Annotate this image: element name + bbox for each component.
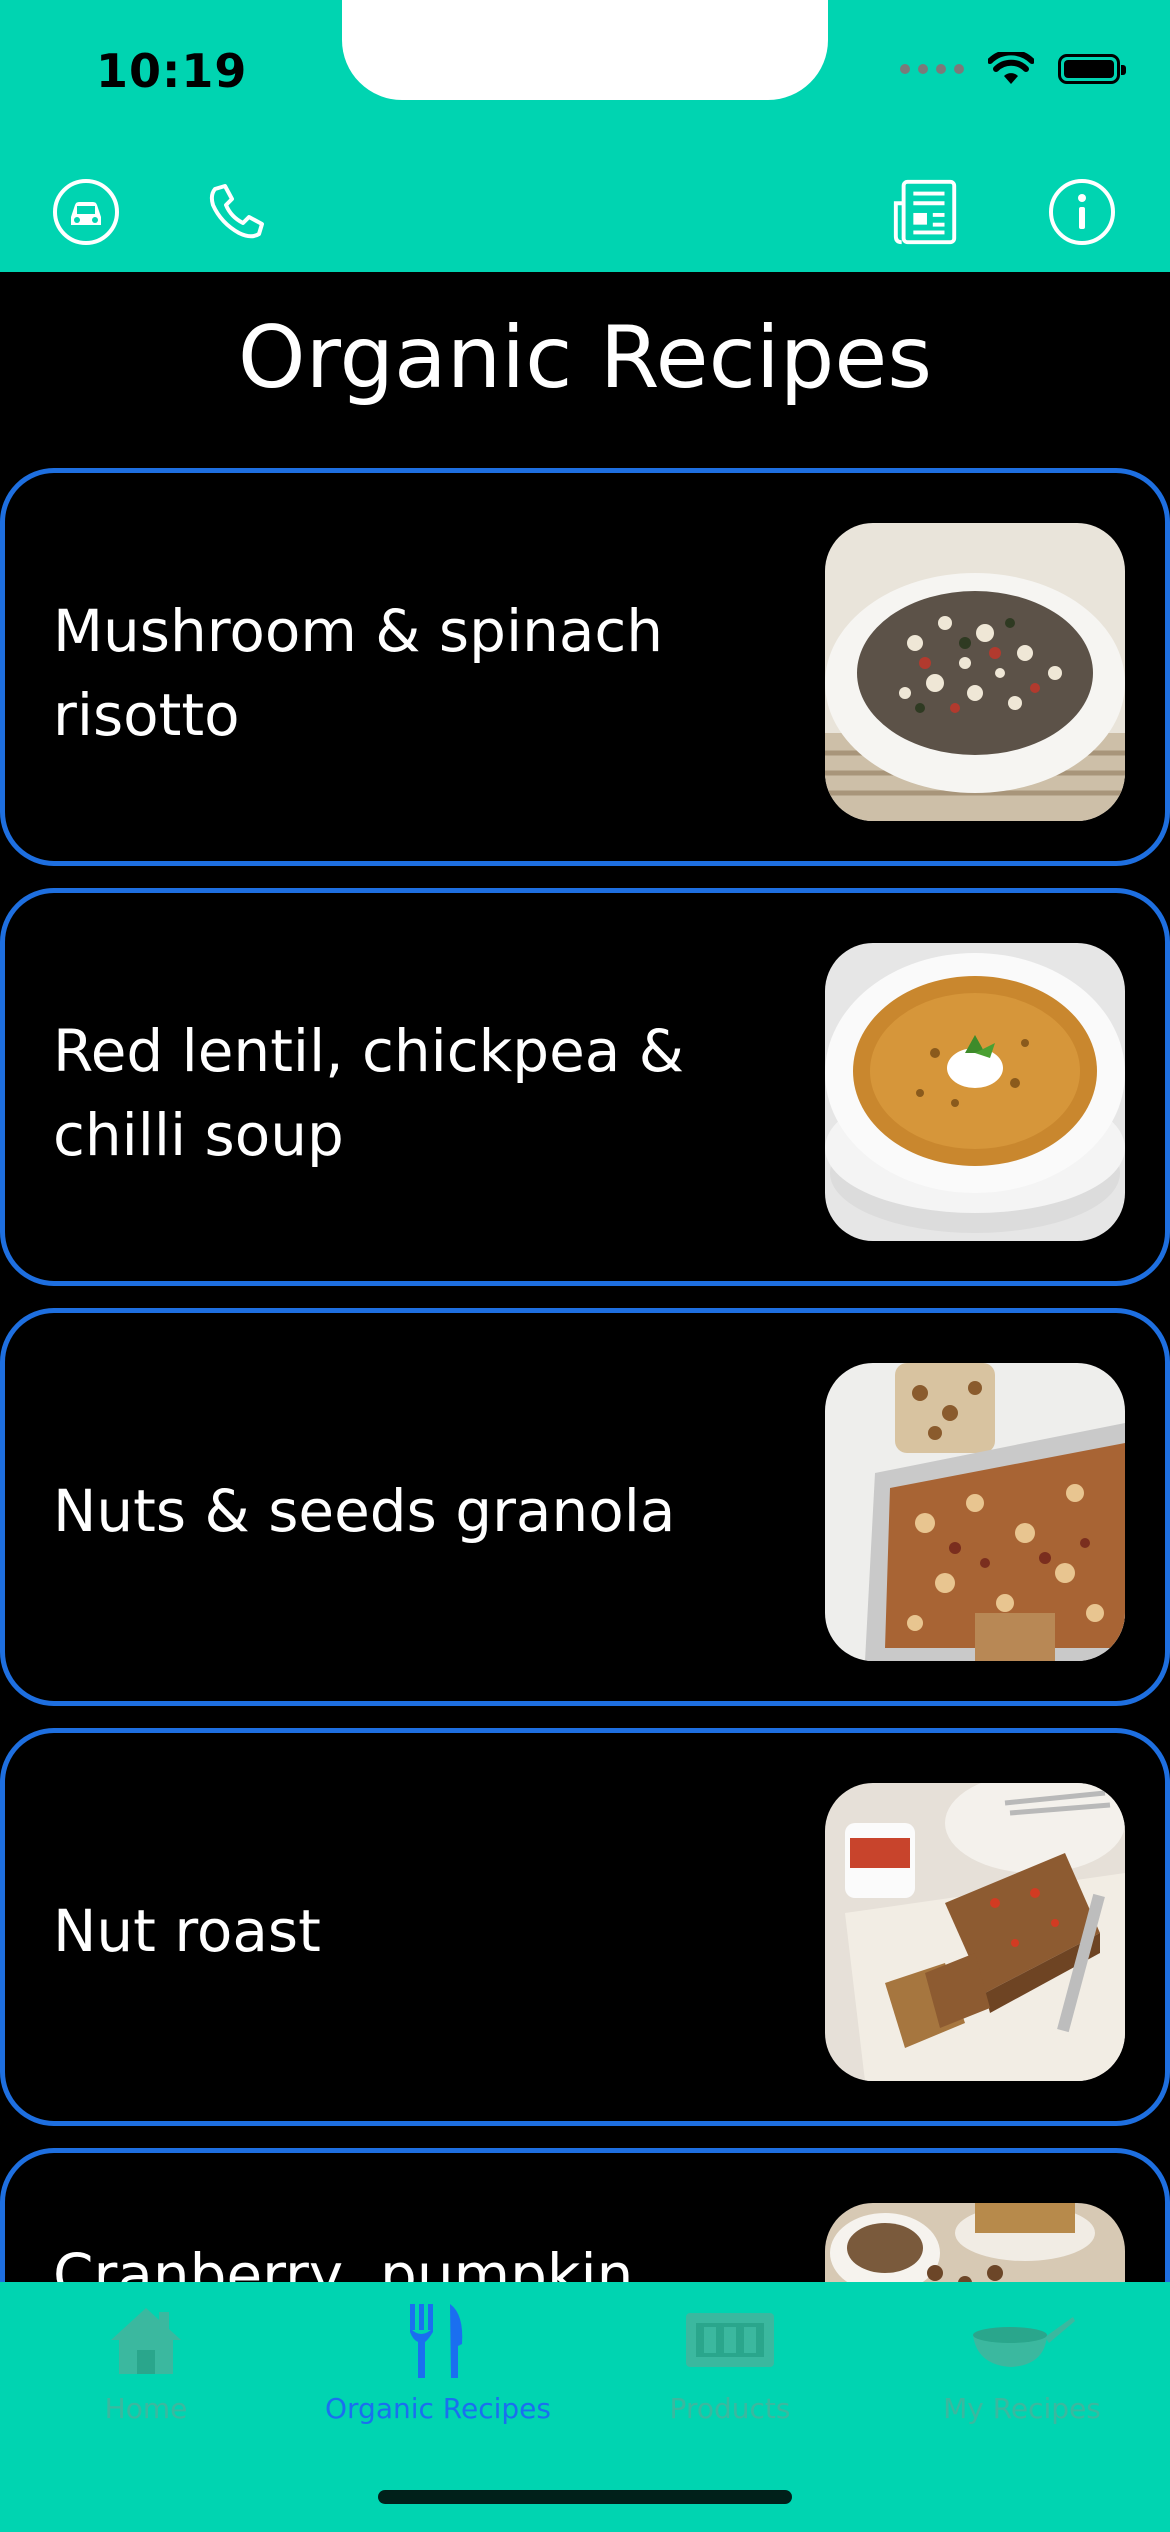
recipe-image-risotto [825,523,1125,821]
tab-label: My Recipes [943,2392,1101,2425]
recipe-title: Red lentil, chickpea & chilli soup [53,1017,684,1169]
tab-label: Organic Recipes [325,2392,551,2425]
recipe-card[interactable]: Nut roast [0,1728,1170,2126]
tab-products[interactable]: Products [584,2282,876,2442]
tab-label: Products [669,2392,791,2425]
recipe-title: Nuts & seeds granola [53,1477,676,1545]
recipe-title: Mushroom & spinach risotto [53,597,664,749]
house-icon [0,2300,292,2380]
phone-icon[interactable] [200,176,272,248]
pan-icon [876,2300,1168,2380]
home-indicator[interactable] [378,2490,792,2504]
recipe-image-nut-roast [825,1783,1125,2081]
recipe-image-soup [825,943,1125,1241]
battery-icon [1058,54,1126,84]
tab-my-recipes[interactable]: My Recipes [876,2282,1168,2442]
tab-organic-recipes[interactable]: Organic Recipes [292,2282,584,2442]
recipe-card[interactable]: Mushroom & spinach risotto [0,468,1170,866]
car-icon[interactable] [50,176,122,248]
device-notch [342,0,828,100]
tab-home[interactable]: Home [0,2282,292,2442]
tab-label: Home [104,2392,188,2425]
status-indicators [900,52,1126,86]
recipe-image-granola [825,1363,1125,1661]
products-icon [584,2300,876,2380]
info-icon[interactable] [1046,176,1118,248]
recipe-card[interactable]: Red lentil, chickpea & chilli soup [0,888,1170,1286]
recipe-title: Nut roast [53,1897,321,1965]
newspaper-icon[interactable] [890,176,962,248]
page-title: Organic Recipes [237,308,933,408]
status-time: 10:19 [96,44,248,98]
fork-knife-icon [292,2300,584,2380]
recipe-card[interactable]: Nuts & seeds granola [0,1308,1170,1706]
top-header: 10:19 [0,0,1170,272]
app-screen: 10:19 Organic Recipes Mushroom & spinach… [0,0,1170,2532]
signal-icon [900,64,964,74]
wifi-icon [988,52,1034,84]
